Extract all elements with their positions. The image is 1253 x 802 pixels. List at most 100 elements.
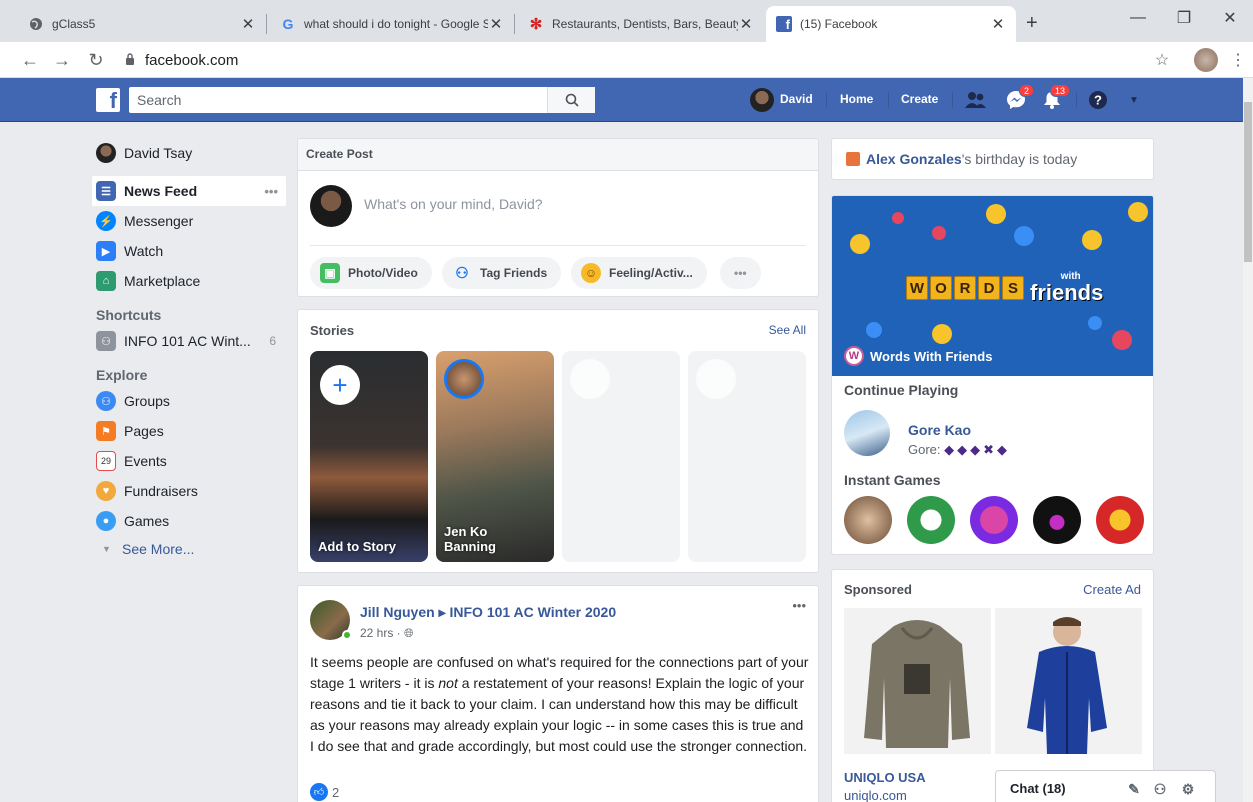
add-to-story-tile[interactable]: + Add to Story (310, 351, 428, 562)
sidebar-item-label: Messenger (124, 213, 194, 229)
browser-tab-google[interactable]: G what should i do tonight - Google S ✕ (270, 6, 514, 42)
stories-card: Stories See All + Add to Story Jen Ko Ba… (297, 309, 819, 573)
stories-title: Stories (310, 323, 355, 338)
header-divider (888, 92, 889, 108)
tag-friends-button[interactable]: ⚇ Tag Friends (442, 257, 562, 289)
browser-tab-facebook[interactable]: f (15) Facebook ✕ (766, 6, 1016, 42)
ad-url[interactable]: uniqlo.com (844, 788, 907, 802)
profile-avatar[interactable] (1194, 48, 1218, 72)
scrollbar-thumb[interactable] (1244, 102, 1252, 262)
new-tab-button[interactable]: + (1026, 12, 1038, 35)
close-tab-icon[interactable]: ✕ (738, 16, 754, 33)
close-window-button[interactable]: ✕ (1207, 0, 1253, 36)
close-tab-icon[interactable]: ✕ (488, 16, 504, 33)
home-link[interactable]: Home (840, 92, 873, 106)
sidebar-item-groups[interactable]: ⚇ Groups (92, 386, 286, 416)
facebook-logo[interactable]: f (96, 88, 120, 112)
sidebar-item-fundraisers[interactable]: ♥ Fundraisers (92, 476, 286, 506)
lock-icon (125, 52, 135, 69)
logo-tile: S (1002, 276, 1024, 300)
forward-arrow-icon[interactable]: → (50, 48, 74, 72)
search-input[interactable] (129, 88, 547, 112)
sidebar-item-games[interactable]: ● Games (92, 506, 286, 536)
chat-bar[interactable]: Chat (18) ✎ ⚇ ⚙ (995, 770, 1216, 802)
account-menu-icon[interactable]: ▼ (1122, 88, 1146, 112)
player-name[interactable]: Gore Kao (908, 422, 971, 438)
avatar[interactable] (844, 410, 890, 456)
notifications-icon[interactable]: 13 (1040, 84, 1070, 112)
messenger-badge: 2 (1018, 84, 1034, 97)
status-input[interactable]: What's on your mind, David? (364, 196, 543, 212)
friend-story-tile[interactable]: Jen Ko Banning (436, 351, 554, 562)
game-title: Words With Friends (870, 348, 993, 364)
post-author[interactable]: Jill Nguyen ▸ INFO 101 AC Winter 2020 (360, 604, 616, 621)
new-group-icon[interactable]: ⚇ (1152, 781, 1168, 797)
game-icon-arcade[interactable] (1033, 496, 1081, 544)
sidebar-item-shortcut-group[interactable]: ⚇ INFO 101 AC Wint... 6 (92, 326, 286, 356)
sidebar-item-profile[interactable]: David Tsay (92, 138, 286, 168)
reaction-summary[interactable]: 👍︎ 2 (310, 783, 339, 801)
sidebar-item-marketplace[interactable]: ⌂ Marketplace (92, 266, 286, 296)
more-options-icon[interactable]: ••• (264, 184, 278, 199)
post-options-button[interactable]: ••• (792, 598, 806, 613)
gear-icon[interactable]: ⚙ (1180, 781, 1196, 797)
game-banner[interactable]: W O R D S with friends W Words With Frie… (832, 196, 1153, 376)
sidebar-item-events[interactable]: 29 Events (92, 446, 286, 476)
see-all-link[interactable]: See All (769, 323, 806, 337)
minimize-button[interactable]: — (1115, 0, 1161, 36)
sidebar-item-label: Events (124, 453, 167, 469)
header-divider (952, 92, 953, 108)
sidebar-item-label: Fundraisers (124, 483, 198, 499)
more-actions-button[interactable]: ••• (720, 257, 761, 289)
birthday-card[interactable]: Alex Gonzales's birthday is today (831, 138, 1154, 180)
see-more-link[interactable]: ▼ See More... (92, 536, 286, 562)
scrollbar[interactable] (1243, 78, 1253, 802)
sidebar-item-news-feed[interactable]: ☰ News Feed ••• (92, 176, 286, 206)
header-divider (1076, 92, 1077, 108)
ad-image-jacket[interactable] (995, 608, 1142, 754)
tag-friends-icon: ⚇ (455, 265, 469, 282)
browser-tab-yelp[interactable]: ✻ Restaurants, Dentists, Bars, Beauty S … (518, 6, 764, 42)
restore-button[interactable]: ❐ (1161, 0, 1207, 36)
back-arrow-icon[interactable]: ← (18, 48, 42, 72)
story-placeholder (696, 359, 736, 399)
feeling-activity-button[interactable]: ☺ Feeling/Activ... (571, 257, 707, 289)
url-field[interactable]: facebook.com (125, 48, 238, 72)
kebab-menu-icon[interactable]: ⋮ (1226, 48, 1250, 72)
search-icon[interactable] (547, 87, 595, 113)
create-link[interactable]: Create (901, 92, 938, 106)
help-icon[interactable]: ? (1086, 88, 1110, 112)
avatar (96, 143, 116, 163)
close-tab-icon[interactable]: ✕ (240, 16, 256, 33)
sidebar-item-watch[interactable]: ▶ Watch (92, 236, 286, 266)
see-more-label: See More... (122, 541, 195, 557)
friend-requests-icon[interactable] (964, 88, 988, 112)
game-icon-solitaire[interactable] (907, 496, 955, 544)
game-icon-quiz[interactable] (970, 496, 1018, 544)
star-icon[interactable]: ☆ (1150, 48, 1174, 72)
logo-tile: R (954, 276, 976, 300)
post-time: 22 hrs · (360, 626, 401, 640)
ad-brand[interactable]: UNIQLO USA (844, 770, 926, 785)
sidebar-item-pages[interactable]: ⚑ Pages (92, 416, 286, 446)
facebook-header: f David Home Create 2 13 ? ▼ (0, 78, 1243, 122)
sidebar-item-messenger[interactable]: ⚡ Messenger (92, 206, 286, 236)
emoji-decoration (1088, 316, 1102, 330)
svg-text:?: ? (1094, 93, 1102, 108)
messenger-icon[interactable]: 2 (1004, 84, 1034, 112)
create-ad-link[interactable]: Create Ad (1083, 582, 1141, 597)
post-timestamp[interactable]: 22 hrs · 🌐︎ (360, 626, 414, 641)
instant-games-heading: Instant Games (844, 472, 941, 488)
profile-link[interactable]: David (780, 92, 813, 106)
photo-video-button[interactable]: ▣ Photo/Video (310, 257, 432, 289)
shortcut-count: 6 (269, 334, 276, 348)
game-icon-uno[interactable] (1096, 496, 1144, 544)
user-avatar[interactable] (750, 88, 774, 112)
reload-icon[interactable]: ↻ (84, 48, 108, 72)
button-label: Feeling/Activ... (609, 266, 693, 280)
close-tab-icon[interactable]: ✕ (990, 16, 1006, 33)
ad-image-hoodie[interactable] (844, 608, 991, 754)
game-icon-words[interactable] (844, 496, 892, 544)
compose-icon[interactable]: ✎ (1126, 781, 1142, 797)
browser-tab-gclass[interactable]: gClass5 ✕ (18, 6, 266, 42)
